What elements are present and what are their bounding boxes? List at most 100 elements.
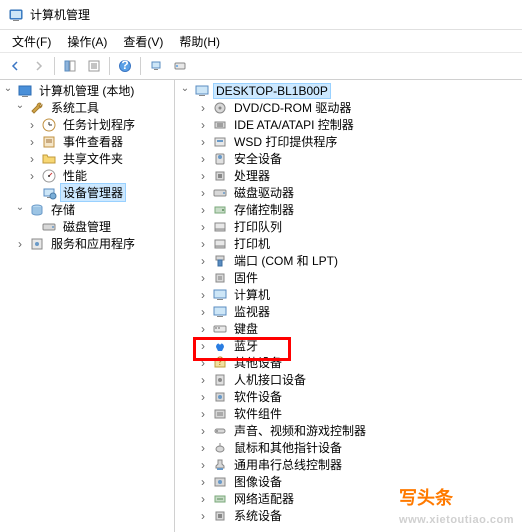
menu-help[interactable]: 帮助(H) [171, 31, 228, 52]
expander-icon[interactable] [197, 306, 209, 318]
expander-icon[interactable] [179, 85, 191, 97]
back-button[interactable] [4, 55, 26, 77]
expander-icon[interactable] [26, 153, 38, 165]
device-category-icon [212, 236, 228, 252]
device-tree-node[interactable]: 监视器 [175, 303, 522, 320]
expander-icon[interactable] [197, 459, 209, 471]
computer-mgmt-icon [17, 83, 33, 99]
expander-icon[interactable] [197, 510, 209, 522]
menubar: 文件(F) 操作(A) 查看(V) 帮助(H) [0, 30, 522, 52]
menu-action[interactable]: 操作(A) [59, 31, 115, 52]
device-tree-node[interactable]: 固件 [175, 269, 522, 286]
expander-icon[interactable] [197, 221, 209, 233]
expander-icon[interactable] [197, 357, 209, 369]
expander-icon[interactable] [197, 408, 209, 420]
device-category-icon [212, 372, 228, 388]
expander-icon[interactable] [197, 187, 209, 199]
tree-node-shared-folders[interactable]: 共享文件夹 [0, 150, 174, 167]
toolbar-separator [109, 57, 110, 75]
help-button[interactable]: ? [114, 55, 136, 77]
expander-icon[interactable] [14, 238, 26, 250]
device-tree-node[interactable]: 声音、视频和游戏控制器 [175, 422, 522, 439]
expander-icon[interactable] [197, 391, 209, 403]
device-category-icon [212, 270, 228, 286]
device-tree-node[interactable]: 安全设备 [175, 150, 522, 167]
tree-node-device-manager[interactable]: 设备管理器 [0, 184, 174, 201]
expander-icon[interactable] [197, 476, 209, 488]
device-category-icon [212, 117, 228, 133]
device-tree-node[interactable]: 软件设备 [175, 388, 522, 405]
tree-label: 服务和应用程序 [48, 234, 138, 253]
device-tree-node[interactable]: IDE ATA/ATAPI 控制器 [175, 116, 522, 133]
titlebar: 计算机管理 [0, 0, 522, 30]
tree-node-services-apps[interactable]: 服务和应用程序 [0, 235, 174, 252]
device-tree-node[interactable]: 软件组件 [175, 405, 522, 422]
device-tree-node[interactable]: 打印机 [175, 235, 522, 252]
svg-text:?: ? [217, 355, 224, 368]
device-tree-node[interactable]: 通用串行总线控制器 [175, 456, 522, 473]
device-category-icon [212, 508, 228, 524]
menu-view[interactable]: 查看(V) [115, 31, 171, 52]
tree-node-task-scheduler[interactable]: 任务计划程序 [0, 116, 174, 133]
window-title: 计算机管理 [30, 6, 90, 23]
device-tree-node[interactable]: 蓝牙 [175, 337, 522, 354]
expander-icon[interactable] [26, 170, 38, 182]
expander-icon[interactable] [197, 374, 209, 386]
expander-icon[interactable] [197, 170, 209, 182]
tree-node-system-tools[interactable]: 系统工具 [0, 99, 174, 116]
expander-icon[interactable] [26, 119, 38, 131]
menu-file[interactable]: 文件(F) [4, 31, 59, 52]
expander-icon[interactable] [197, 255, 209, 267]
scan-button[interactable] [145, 55, 167, 77]
toolbar-separator [54, 57, 55, 75]
device-tree-node[interactable]: 处理器 [175, 167, 522, 184]
expander-icon[interactable] [197, 340, 209, 352]
device-tree-root[interactable]: DESKTOP-BL1B00P [175, 82, 522, 99]
properties-button[interactable] [83, 55, 105, 77]
device-tree-node[interactable]: ?其他设备 [175, 354, 522, 371]
performance-icon [41, 168, 57, 184]
tree-node-event-viewer[interactable]: 事件查看器 [0, 133, 174, 150]
show-hide-tree-button[interactable] [59, 55, 81, 77]
left-tree-pane: 计算机管理 (本地) 系统工具 任务计划程序 事件查看器 共享文件夹 性能 [0, 80, 175, 532]
expander-icon[interactable] [197, 323, 209, 335]
device-tree-node[interactable]: 存储控制器 [175, 201, 522, 218]
device-tree-node[interactable]: 磁盘驱动器 [175, 184, 522, 201]
expander-icon[interactable] [197, 289, 209, 301]
device-category-icon [212, 100, 228, 116]
device-category-icon [212, 202, 228, 218]
expander-icon[interactable] [197, 425, 209, 437]
expander-icon[interactable] [197, 493, 209, 505]
expander-icon[interactable] [197, 442, 209, 454]
expander-icon[interactable] [14, 204, 26, 216]
event-icon [41, 134, 57, 150]
device-tree-node[interactable]: 键盘 [175, 320, 522, 337]
expander-icon[interactable] [197, 153, 209, 165]
tree-node-performance[interactable]: 性能 [0, 167, 174, 184]
forward-button[interactable] [28, 55, 50, 77]
device-tree-node[interactable]: 端口 (COM 和 LPT) [175, 252, 522, 269]
expander-icon[interactable] [26, 136, 38, 148]
tree-node-root[interactable]: 计算机管理 (本地) [0, 82, 174, 99]
device-icon-button[interactable] [169, 55, 191, 77]
expander-icon[interactable] [197, 204, 209, 216]
device-tree-node[interactable]: WSD 打印提供程序 [175, 133, 522, 150]
expander-icon[interactable] [2, 85, 14, 97]
tree-node-storage[interactable]: 存储 [0, 201, 174, 218]
tree-node-disk-management[interactable]: 磁盘管理 [0, 218, 174, 235]
expander-icon[interactable] [197, 119, 209, 131]
expander-icon[interactable] [14, 102, 26, 114]
device-tree-node[interactable]: 打印队列 [175, 218, 522, 235]
device-tree-node[interactable]: 鼠标和其他指针设备 [175, 439, 522, 456]
svg-text:?: ? [121, 59, 128, 72]
device-tree-node[interactable]: DVD/CD-ROM 驱动器 [175, 99, 522, 116]
disk-icon [41, 219, 57, 235]
storage-icon [29, 202, 45, 218]
expander-icon[interactable] [197, 136, 209, 148]
expander-icon[interactable] [197, 102, 209, 114]
watermark-url: www.xietoutiao.com [399, 514, 514, 526]
expander-icon[interactable] [197, 238, 209, 250]
device-tree-node[interactable]: 人机接口设备 [175, 371, 522, 388]
device-tree-node[interactable]: 计算机 [175, 286, 522, 303]
expander-icon[interactable] [197, 272, 209, 284]
